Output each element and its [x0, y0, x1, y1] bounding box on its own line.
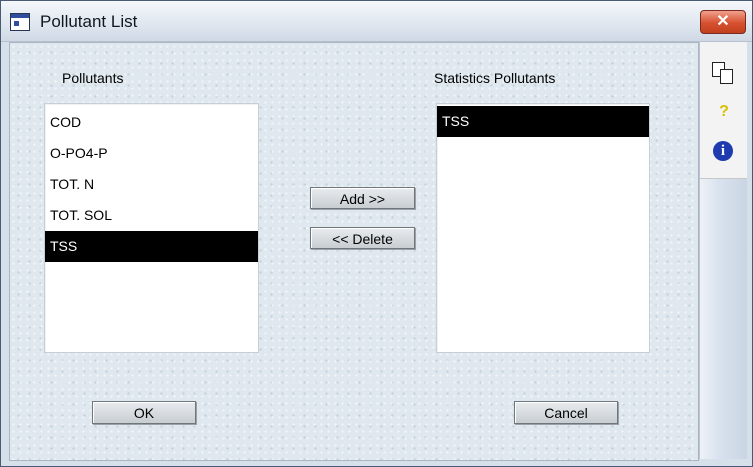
title-bar[interactable]: Pollutant List ✕ [1, 1, 752, 42]
statistics-pollutants-label: Statistics Pollutants [434, 70, 556, 86]
ok-button[interactable]: OK [92, 401, 196, 424]
side-toolbar: ? i [699, 42, 747, 459]
cancel-button[interactable]: Cancel [514, 401, 618, 424]
close-icon: ✕ [716, 13, 730, 30]
copy-icon[interactable] [712, 62, 736, 86]
list-item[interactable]: TSS [45, 231, 258, 262]
close-button[interactable]: ✕ [700, 10, 746, 34]
window-title: Pollutant List [40, 12, 138, 31]
list-item[interactable]: O-PO4-P [45, 138, 258, 169]
list-item[interactable]: TOT. N [45, 169, 258, 200]
list-item[interactable]: COD [45, 107, 258, 138]
info-icon[interactable]: i [713, 141, 733, 161]
add-button[interactable]: Add >> [310, 187, 415, 209]
pollutant-list-window: Pollutant List ✕ ? i Pollutants COD O-PO4… [0, 0, 753, 467]
pollutants-label: Pollutants [62, 70, 124, 86]
list-item[interactable]: TOT. SOL [45, 200, 258, 231]
list-item[interactable]: TSS [437, 106, 649, 137]
delete-button[interactable]: << Delete [310, 227, 415, 249]
statistics-pollutants-listbox[interactable]: TSS [436, 103, 650, 353]
side-toolbar-panel: ? i [700, 42, 747, 179]
pollutants-listbox[interactable]: COD O-PO4-P TOT. N TOT. SOL TSS [44, 103, 259, 353]
app-window-icon [10, 13, 30, 31]
help-icon[interactable]: ? [712, 100, 736, 124]
